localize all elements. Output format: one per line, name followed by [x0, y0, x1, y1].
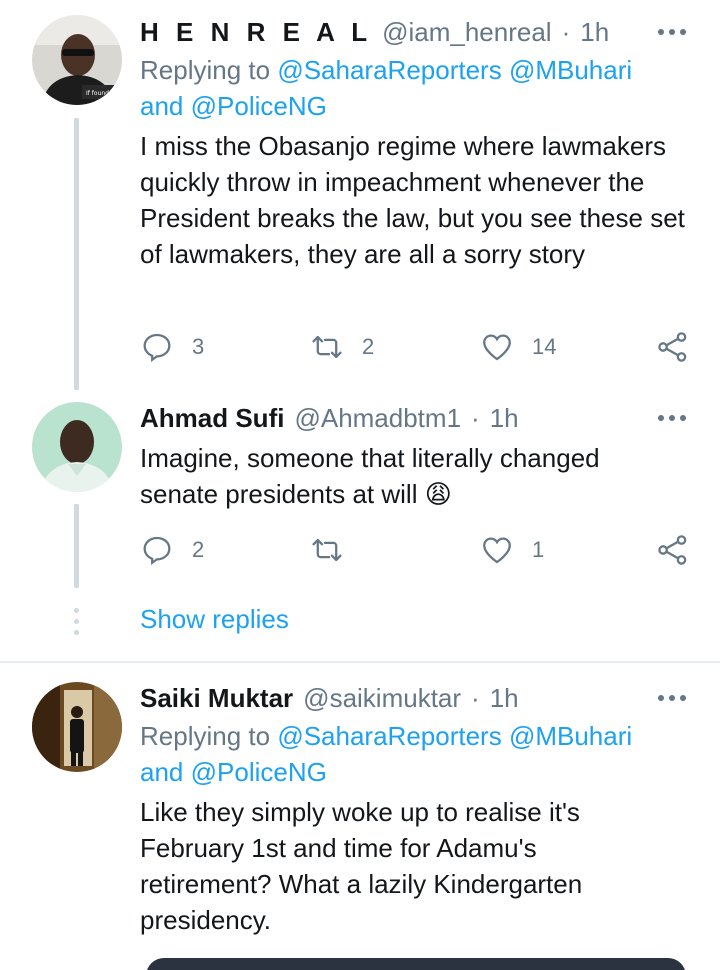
retweet-icon [312, 335, 342, 359]
weary-face-emoji: 😩 [424, 479, 452, 509]
share-icon [658, 332, 687, 362]
tweet-header: Saiki Muktar @saikimuktar · 1h [140, 680, 688, 716]
reply-count: 3 [192, 334, 205, 359]
reply-icon [143, 536, 171, 565]
tweet-text: I miss the Obasanjo regime where lawmake… [140, 131, 685, 269]
mention-mbuhari[interactable]: @MBuhari [509, 721, 632, 751]
more-icon[interactable] [656, 402, 688, 434]
share-icon [658, 535, 687, 565]
like-icon [483, 537, 511, 564]
handle[interactable]: @saikimuktar [303, 683, 461, 714]
retweet-button[interactable] [310, 530, 362, 570]
like-button[interactable]: 14 [480, 327, 556, 367]
tweet-actions: 2 1 [140, 530, 690, 570]
tweet-saiki-muktar[interactable]: Saiki Muktar @saikimuktar · 1h Replying … [0, 680, 720, 970]
separator: · [471, 682, 480, 713]
like-icon [483, 334, 511, 361]
tweet-henreal[interactable]: If found H E N R E A L @iam_henreal · 1h… [0, 0, 720, 400]
display-name[interactable]: Saiki Muktar [140, 683, 293, 714]
more-icon[interactable] [656, 16, 688, 48]
replying-to: Replying to @SaharaReporters @MBuhari an… [140, 721, 633, 787]
like-count: 14 [532, 334, 557, 359]
retweet-button[interactable]: 2 [310, 327, 374, 367]
separator: · [471, 402, 480, 433]
display-name[interactable]: Ahmad Sufi [140, 403, 284, 434]
handle[interactable]: @iam_henreal [382, 17, 551, 48]
avatar[interactable] [32, 682, 122, 772]
share-button[interactable] [656, 327, 690, 367]
tweet-header: Ahmad Sufi @Ahmadbtm1 · 1h [140, 400, 688, 436]
show-replies-link[interactable]: Show replies [140, 604, 289, 635]
timestamp[interactable]: 1h [490, 683, 519, 714]
more-icon[interactable] [656, 682, 688, 714]
tweet-text: Like they simply woke up to realise it's… [140, 797, 583, 935]
tweet-actions: 3 2 14 [140, 327, 690, 367]
timestamp[interactable]: 1h [490, 403, 519, 434]
like-count: 1 [532, 537, 545, 562]
tweet-ahmad-sufi[interactable]: Ahmad Sufi @Ahmadbtm1 · 1h Imagine, some… [0, 400, 720, 600]
reply-count: 2 [192, 537, 205, 562]
mention-saharareporters[interactable]: @SaharaReporters [277, 721, 501, 751]
thread-continuation-dots [74, 608, 79, 641]
retweet-icon [312, 538, 342, 562]
media-preview[interactable] [146, 958, 686, 970]
thread-line [74, 504, 79, 588]
separator: · [561, 16, 571, 47]
svg-text:If found: If found [86, 90, 109, 97]
divider [0, 661, 720, 663]
thread-line [74, 118, 79, 390]
share-button[interactable] [656, 530, 690, 570]
tweet-header: H E N R E A L @iam_henreal · 1h [140, 14, 688, 50]
handle[interactable]: @Ahmadbtm1 [294, 403, 461, 434]
like-button[interactable]: 1 [480, 530, 544, 570]
display-name[interactable]: H E N R E A L [140, 17, 372, 48]
mention-policeng[interactable]: @PoliceNG [191, 91, 327, 121]
retweet-count: 2 [362, 334, 375, 359]
reply-icon [143, 333, 171, 362]
tweet-text: Imagine, someone that literally changed … [140, 443, 600, 509]
avatar[interactable]: If found [32, 15, 122, 105]
mention-saharareporters[interactable]: @SaharaReporters [277, 55, 501, 85]
reply-button[interactable]: 2 [140, 530, 204, 570]
replying-to: Replying to @SaharaReporters @MBuhari an… [140, 55, 633, 121]
mention-policeng[interactable]: @PoliceNG [191, 757, 327, 787]
timestamp[interactable]: 1h [580, 17, 609, 48]
avatar[interactable] [32, 402, 122, 492]
mention-mbuhari[interactable]: @MBuhari [509, 55, 632, 85]
reply-button[interactable]: 3 [140, 327, 204, 367]
